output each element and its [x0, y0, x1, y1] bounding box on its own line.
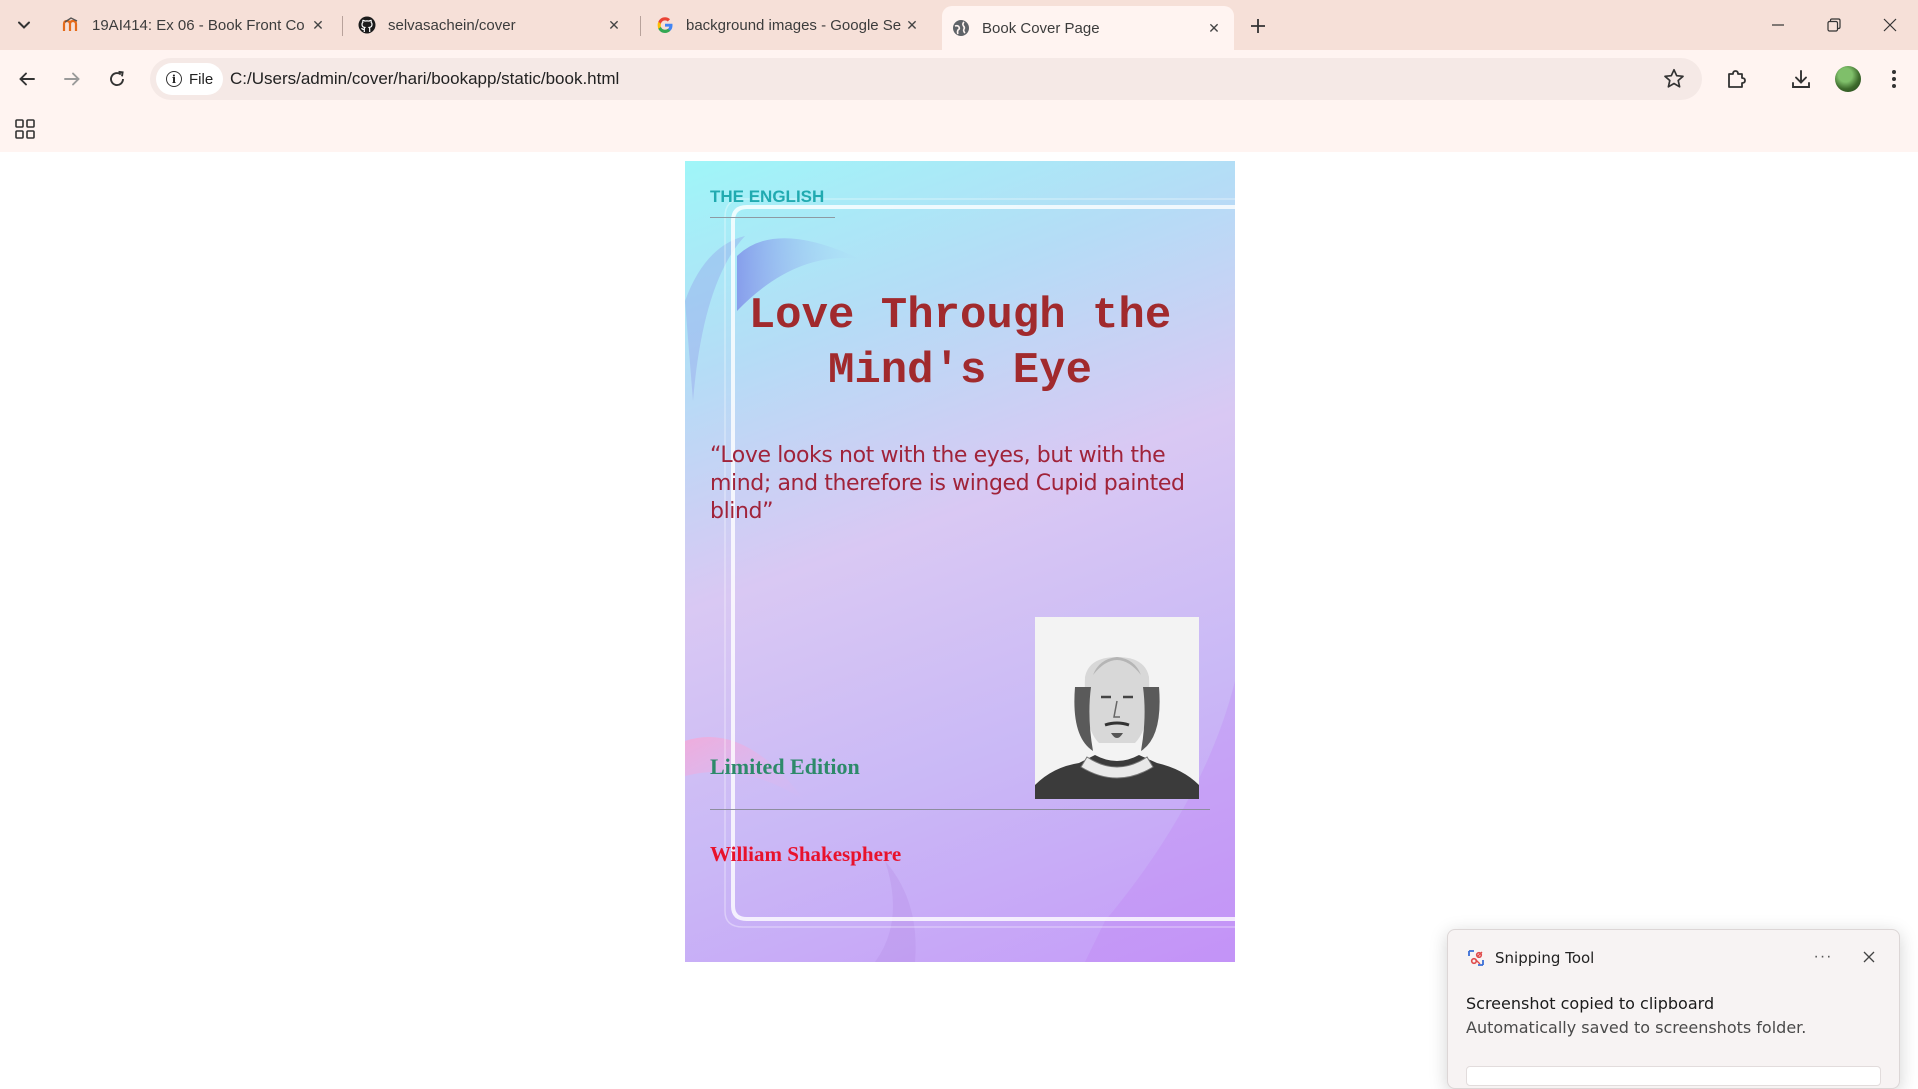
close-tab-icon[interactable]: ✕: [308, 15, 328, 35]
tab-title: background images - Google Se: [686, 16, 902, 34]
browser-toolbar: i File C:/Users/admin/cover/hari/bookapp…: [0, 50, 1918, 108]
minimize-icon: [1772, 24, 1784, 26]
more-horizontal-icon: ···: [1813, 948, 1833, 965]
notification-message: Automatically saved to screenshots folde…: [1466, 1018, 1807, 1037]
profile-avatar[interactable]: [1835, 66, 1861, 92]
downloads-button[interactable]: [1787, 65, 1815, 93]
minimize-button[interactable]: [1750, 0, 1806, 50]
book-quote: “Love looks not with the eyes, but with …: [710, 443, 1185, 524]
notification-heading: Screenshot copied to clipboard: [1466, 994, 1715, 1013]
restore-icon: [1827, 18, 1841, 32]
snipping-tool-icon: [1468, 950, 1484, 966]
edition-label: Limited Edition: [710, 754, 860, 779]
back-button[interactable]: [9, 61, 45, 97]
tab-separator: [640, 16, 641, 36]
tab-separator: [342, 16, 343, 36]
new-tab-button[interactable]: [1244, 12, 1272, 40]
arrow-left-icon: [19, 72, 35, 86]
bookmarks-bar: [0, 108, 1918, 152]
close-tab-icon[interactable]: ✕: [1204, 18, 1224, 38]
close-icon: [1883, 18, 1897, 32]
tab-search-button[interactable]: [8, 10, 40, 40]
reload-icon: [110, 70, 124, 86]
more-vertical-icon: [1892, 70, 1896, 88]
close-tab-icon[interactable]: ✕: [902, 15, 922, 35]
series-label: THE ENGLISH: [710, 187, 825, 206]
scheme-label: File: [189, 70, 214, 88]
close-window-button[interactable]: [1862, 0, 1918, 50]
close-icon: [1863, 951, 1875, 963]
tab-title: Book Cover Page: [982, 19, 1100, 37]
tab-strip: 19AI414: Ex 06 - Book Front Co ✕ selvasa…: [0, 0, 1918, 50]
google-icon: [656, 16, 674, 34]
bookmark-star-icon[interactable]: [1662, 67, 1686, 91]
divider: [710, 217, 835, 218]
restore-button[interactable]: [1806, 0, 1862, 50]
apps-grid-icon[interactable]: [14, 118, 36, 140]
forward-button[interactable]: [54, 61, 90, 97]
close-tab-icon[interactable]: ✕: [604, 15, 624, 35]
author-name: William Shakesphere: [710, 842, 902, 866]
tab-title: 19AI414: Ex 06 - Book Front Co: [92, 16, 305, 34]
dismiss-notification-button[interactable]: [1854, 942, 1884, 972]
moodle-icon: [62, 16, 80, 34]
url-text[interactable]: C:/Users/admin/cover/hari/bookapp/static…: [230, 69, 619, 89]
globe-icon: [952, 19, 970, 37]
info-icon: i: [166, 71, 182, 87]
extensions-button[interactable]: [1722, 65, 1750, 93]
tab-title: selvasachein/cover: [388, 16, 516, 34]
plus-icon: [1251, 19, 1265, 33]
arrow-right-icon: [64, 72, 80, 86]
author-portrait: [1035, 617, 1199, 799]
snipping-tool-notification[interactable]: Snipping Tool ··· Screenshot copied to c…: [1447, 929, 1900, 1089]
tab-moodle[interactable]: 19AI414: Ex 06 - Book Front Co ✕: [52, 8, 338, 42]
tab-book-cover-page[interactable]: Book Cover Page ✕: [942, 6, 1234, 50]
download-icon: [1792, 70, 1810, 88]
menu-button[interactable]: [1880, 65, 1908, 93]
site-info-chip[interactable]: i File: [156, 63, 224, 95]
book-title: Love Through the Mind's Eye: [748, 291, 1172, 396]
chevron-down-icon: [18, 21, 30, 29]
reload-button[interactable]: [99, 61, 135, 97]
tab-google-search[interactable]: background images - Google Se ✕: [646, 8, 932, 42]
address-bar[interactable]: i File C:/Users/admin/cover/hari/bookapp…: [150, 58, 1702, 100]
book-cover: THE ENGLISH Love Through the Mind's Eye …: [685, 161, 1235, 962]
divider: [710, 809, 1210, 810]
tab-github[interactable]: selvasachein/cover ✕: [348, 8, 634, 42]
notification-app-name: Snipping Tool: [1495, 949, 1595, 967]
more-options-button[interactable]: ···: [1808, 942, 1838, 972]
puzzle-icon: [1728, 70, 1746, 88]
screenshot-preview[interactable]: [1466, 1066, 1881, 1086]
github-icon: [358, 16, 376, 34]
